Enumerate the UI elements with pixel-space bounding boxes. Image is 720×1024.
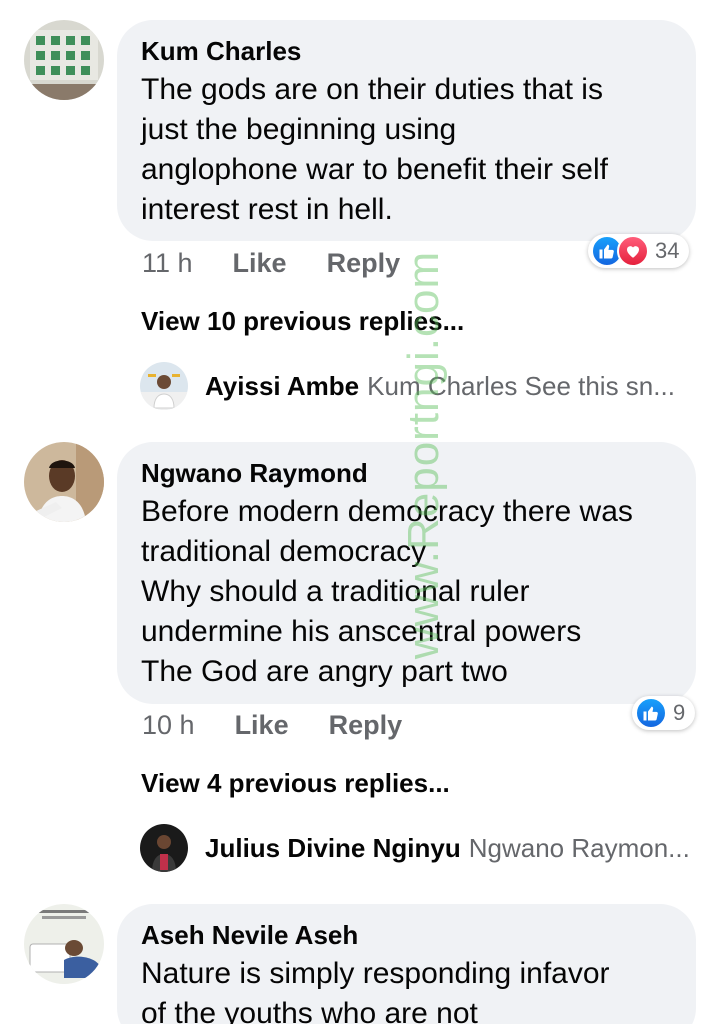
reaction-count: 34 (655, 238, 680, 263)
comment-actions: 11 h Like Reply (142, 246, 400, 280)
comment-text: The gods are on their duties that is jus… (141, 73, 608, 226)
comment-text: Nature is simply responding infavor of t… (141, 957, 610, 1024)
reply-button[interactable]: Reply (329, 710, 403, 741)
latest-reply[interactable]: Ayissi Ambe Kum Charles See this sn... (140, 362, 700, 410)
avatar[interactable] (24, 442, 104, 522)
comment-text: Before modern democracy there was tradit… (141, 495, 633, 688)
like-reaction-icon (635, 697, 667, 729)
comment-actions: 10 h Like Reply (142, 708, 402, 742)
reply-button[interactable]: Reply (327, 248, 401, 279)
reply-preview: Kum Charles See this sn... (367, 370, 675, 401)
comment-time[interactable]: 11 h (142, 248, 193, 279)
latest-reply[interactable]: Julius Divine Nginyu Ngwano Raymon... (140, 824, 700, 872)
reactions-summary[interactable]: 9 (632, 696, 696, 730)
like-button[interactable]: Like (233, 248, 287, 279)
view-previous-replies-link[interactable]: View 10 previous replies... (141, 306, 464, 337)
comment-author[interactable]: Ngwano Raymond (141, 458, 672, 488)
like-button[interactable]: Like (235, 710, 289, 741)
avatar[interactable] (24, 904, 104, 984)
reactions-summary[interactable]: 34 (588, 234, 690, 268)
avatar[interactable] (140, 824, 188, 872)
avatar[interactable] (140, 362, 188, 410)
view-previous-replies-link[interactable]: View 4 previous replies... (141, 768, 450, 799)
comment-time[interactable]: 10 h (142, 710, 195, 741)
comment-bubble: Kum Charles The gods are on their duties… (117, 20, 696, 241)
comment-author[interactable]: Kum Charles (141, 36, 672, 66)
comment-bubble: Ngwano Raymond Before modern democracy t… (117, 442, 696, 704)
avatar[interactable] (24, 20, 104, 100)
reply-author[interactable]: Ayissi Ambe (205, 371, 359, 402)
reply-preview: Ngwano Raymon... (468, 832, 690, 863)
comment-author[interactable]: Aseh Nevile Aseh (141, 920, 672, 950)
reaction-count: 9 (673, 700, 686, 725)
reply-author[interactable]: Julius Divine Nginyu (205, 833, 461, 864)
love-reaction-icon (617, 235, 649, 267)
comment-bubble: Aseh Nevile Aseh Nature is simply respon… (117, 904, 696, 1024)
